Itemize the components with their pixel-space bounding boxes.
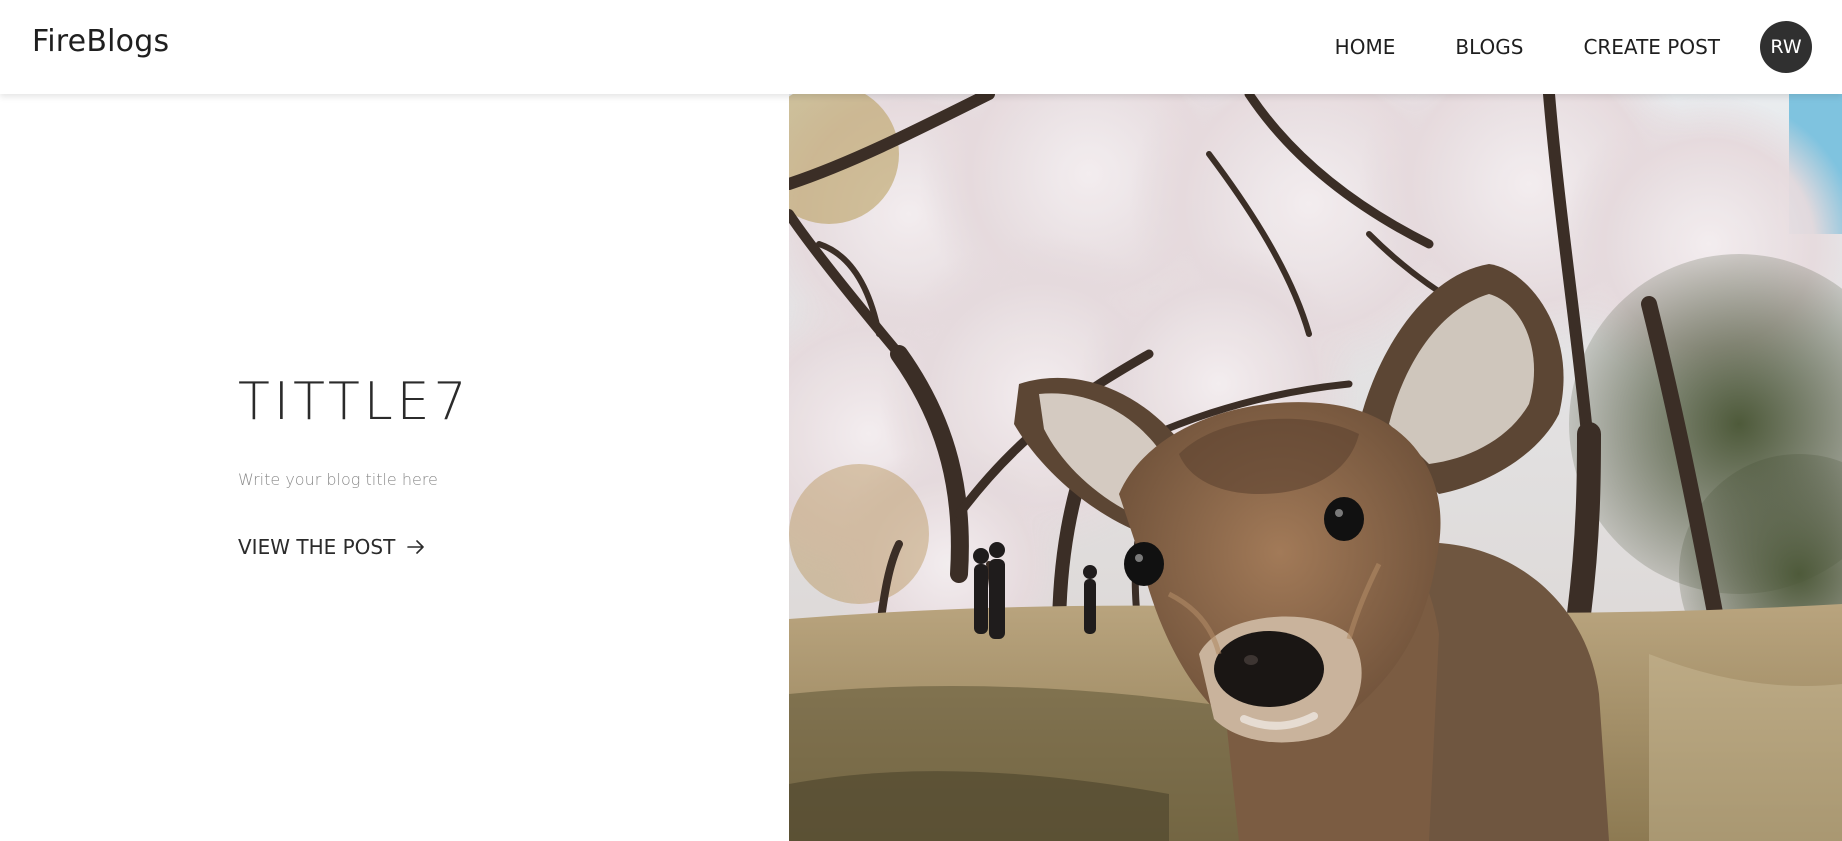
main-nav: HOME BLOGS CREATE POST RW xyxy=(1335,0,1842,94)
featured-post-image xyxy=(789,94,1842,841)
view-post-label: VIEW THE POST xyxy=(238,535,396,559)
featured-post: TITTLE7 Write your blog title here VIEW … xyxy=(0,94,1842,841)
nav-link-blogs[interactable]: BLOGS xyxy=(1455,35,1523,59)
deer-photo xyxy=(789,94,1842,841)
user-avatar[interactable]: RW xyxy=(1760,21,1812,73)
view-post-link[interactable]: VIEW THE POST xyxy=(238,535,425,559)
nav-link-create-post[interactable]: CREATE POST xyxy=(1583,35,1720,59)
post-description: Write your blog title here xyxy=(238,470,438,489)
featured-post-content: TITTLE7 Write your blog title here VIEW … xyxy=(0,94,789,841)
arrow-right-icon xyxy=(407,540,425,554)
site-header: FireBlogs HOME BLOGS CREATE POST RW xyxy=(0,0,1842,94)
post-title: TITTLE7 xyxy=(238,372,471,432)
nav-link-home[interactable]: HOME xyxy=(1335,35,1396,59)
site-logo[interactable]: FireBlogs xyxy=(32,24,169,59)
